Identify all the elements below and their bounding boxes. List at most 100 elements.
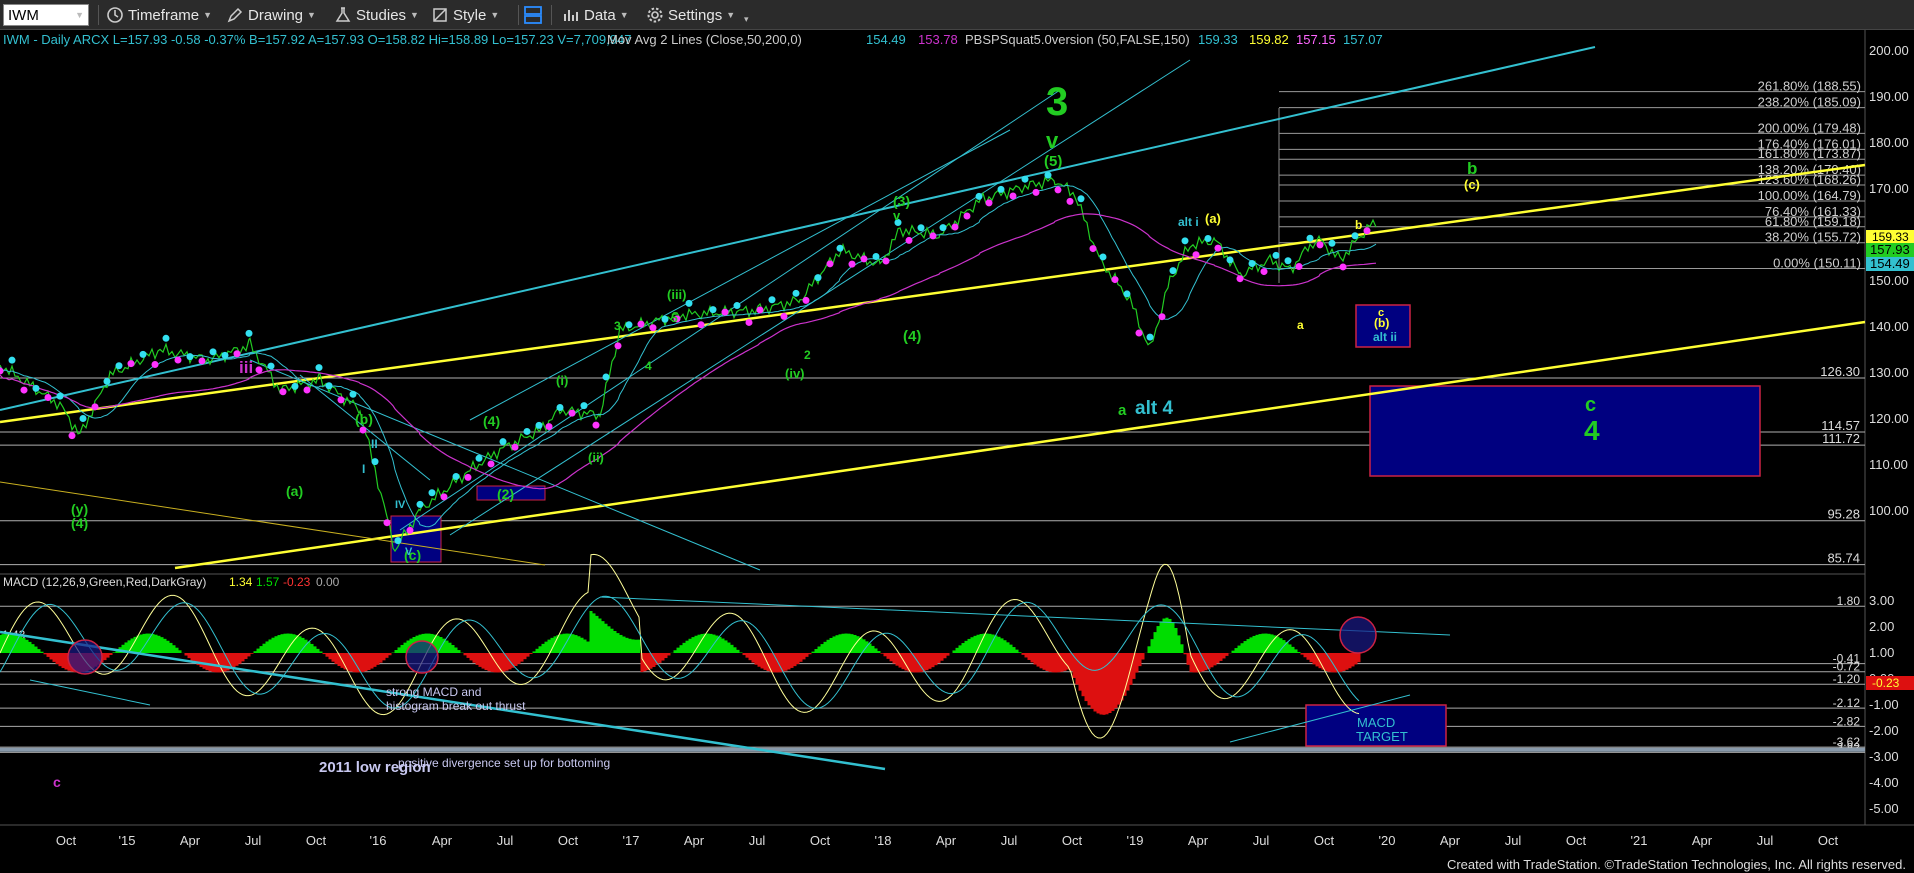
- squat-dot: [139, 350, 147, 358]
- cyan-fan-3: [469, 129, 1011, 421]
- time-tick: Oct: [1818, 833, 1839, 848]
- style-button[interactable]: Style ▼: [431, 4, 499, 26]
- wave-label: (a): [1205, 211, 1221, 226]
- time-tick: Oct: [306, 833, 327, 848]
- squat-dot: [198, 357, 206, 365]
- pbs-study-label: PBSPSquat5.0version (50,FALSE,150): [965, 32, 1190, 47]
- wave-label: (a): [286, 483, 303, 499]
- squat-dot: [592, 421, 600, 429]
- macd-circle-current: [1339, 616, 1377, 654]
- wave-label: (b): [355, 411, 373, 427]
- squat-dot: [951, 223, 959, 231]
- yellow-trend-upper: [0, 163, 1866, 424]
- price-level-label: 126.30: [1820, 364, 1860, 379]
- fib-level-label: 100.00% (164.79): [1758, 188, 1861, 203]
- time-tick: Jul: [497, 833, 514, 848]
- squat-dot: [939, 224, 947, 232]
- symbol-value: IWM: [8, 6, 39, 24]
- price-tick: 130.00: [1869, 365, 1909, 380]
- price-tick: 100.00: [1869, 503, 1909, 518]
- macd-tick: -1.00: [1869, 697, 1899, 712]
- squat-dot: [464, 473, 472, 481]
- wave-label: c: [1585, 394, 1596, 416]
- squat-dot: [1248, 259, 1256, 267]
- chart-area[interactable]: IWM - Daily ARCX L=157.93 -0.58 -0.37% B…: [0, 30, 1914, 854]
- squat-dot: [1192, 251, 1200, 259]
- time-tick: Jul: [1253, 833, 1270, 848]
- squat-dot: [1089, 245, 1097, 253]
- squat-dots: [0, 171, 1371, 545]
- price-axis: 200.00 190.00 180.00 170.00 160.00 150.0…: [1869, 43, 1909, 518]
- pbs-value-3: 157.15: [1296, 32, 1336, 47]
- settings-label: Settings: [668, 6, 723, 24]
- squat-dot: [721, 308, 729, 316]
- macd-value-3: -0.23: [283, 575, 311, 589]
- data-button[interactable]: Data ▼: [562, 4, 629, 26]
- squat-dot: [209, 348, 217, 356]
- time-tick: Apr: [1692, 833, 1713, 848]
- squat-dot: [975, 192, 983, 200]
- time-tick: Jul: [245, 833, 262, 848]
- price-level-label: 85.74: [1827, 551, 1860, 566]
- time-tick: Oct: [558, 833, 579, 848]
- wave-label: a: [1118, 402, 1127, 419]
- price-tick: 140.00: [1869, 319, 1909, 334]
- drawing-button[interactable]: Drawing ▼: [226, 4, 316, 26]
- squat-dot: [291, 382, 299, 390]
- macd-circle-2016: [405, 640, 439, 674]
- settings-button[interactable]: Settings ▼: [646, 4, 735, 26]
- squat-dot: [1236, 275, 1244, 283]
- studies-button[interactable]: Studies ▼: [334, 4, 419, 26]
- price-tick: 200.00: [1869, 43, 1909, 58]
- wave-label: alt 4: [1135, 398, 1173, 419]
- macd-circle-2014: [67, 639, 103, 675]
- studies-label: Studies: [356, 6, 407, 24]
- fib-level-label: 161.80% (173.87): [1758, 146, 1861, 161]
- squat-dot: [1204, 234, 1212, 242]
- squat-dot: [826, 260, 834, 268]
- time-tick: Jul: [749, 833, 766, 848]
- squat-dot: [802, 296, 810, 304]
- squat-dot: [602, 373, 610, 381]
- squat-dot: [814, 274, 822, 282]
- macd-tick: 1.00: [1869, 645, 1894, 660]
- wave-label: (5): [1044, 153, 1062, 170]
- symbol-input[interactable]: IWM ▼: [3, 4, 89, 26]
- squat-dot: [79, 414, 87, 422]
- toolbar: IWM ▼ Timeframe ▼ Drawing ▼ Studies ▼ St…: [0, 0, 1914, 30]
- squat-dot: [637, 320, 645, 328]
- pencil-icon: [226, 6, 244, 24]
- macd-study-label: MACD (12,26,9,Green,Red,DarkGray): [3, 575, 206, 589]
- squat-dot: [452, 472, 460, 480]
- squat-dot: [428, 489, 436, 497]
- squat-dot: [1339, 263, 1347, 271]
- chevron-down-icon: ▼: [203, 10, 213, 20]
- squat-dot: [685, 299, 693, 307]
- timeframe-button[interactable]: Timeframe ▼: [106, 4, 212, 26]
- macd-tick: -5.00: [1869, 801, 1899, 816]
- squat-dot: [115, 362, 123, 370]
- bar-chart-icon: [562, 6, 580, 24]
- price-tick: 190.00: [1869, 89, 1909, 104]
- squat-dot: [848, 260, 856, 268]
- annotation-2011-low: 2011 low region: [319, 759, 431, 776]
- macd-level-label: -1.20: [1833, 672, 1861, 686]
- style-icon: [431, 6, 449, 24]
- ma-50-line: [0, 184, 1377, 528]
- toolbar-overflow-button[interactable]: ▾: [744, 8, 749, 30]
- toolbar-separator: [551, 5, 552, 25]
- squat-dot: [997, 185, 1005, 193]
- fib-level-label: 123.60% (168.26): [1758, 172, 1861, 187]
- price-tick: 110.00: [1869, 457, 1908, 472]
- squat-dot: [162, 334, 170, 342]
- squat-dot: [1363, 227, 1371, 235]
- chevron-down-icon: ▼: [619, 10, 629, 20]
- layout-button[interactable]: [523, 4, 543, 26]
- time-tick: '17: [623, 833, 640, 848]
- squat-dot: [709, 306, 717, 314]
- gear-icon: [646, 6, 664, 24]
- wave-label: II: [371, 437, 378, 451]
- price-level-label: 95.28: [1827, 507, 1860, 522]
- squat-dot: [20, 386, 28, 394]
- wave-label: 3: [614, 319, 621, 333]
